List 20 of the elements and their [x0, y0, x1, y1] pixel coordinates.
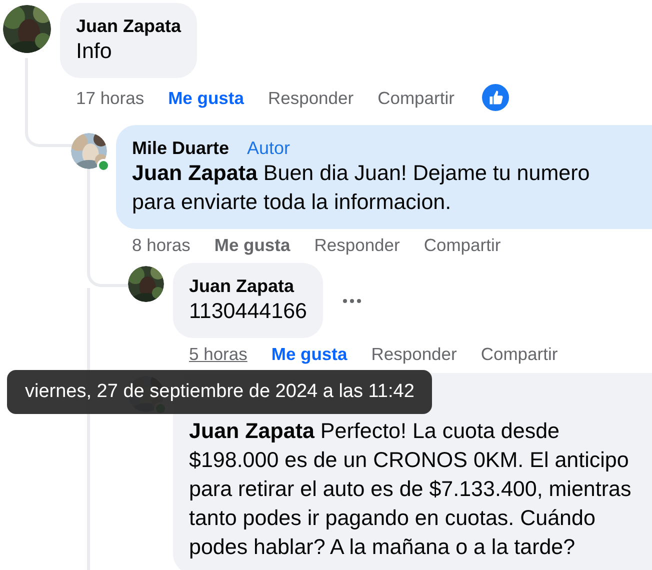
timestamp-link[interactable]: 17 horas [76, 88, 144, 108]
timestamp-link[interactable]: 8 horas [132, 235, 190, 255]
like-link[interactable]: Me gusta [214, 235, 290, 255]
comment-text: Juan Zapata Buen dia Juan! Dejame tu numero para enviarte toda la informacion. [132, 160, 591, 216]
comment-text: 1130444166 [189, 298, 307, 325]
comment-text: Juan Zapata Perfecto! La cuota desde $198.000 es de un CRONOS 0KM. El anticipo para retirar el auto es de $7.133.400, mientras tanto podes ir pagando en cuotas. Cuándo podes hablar? A la mañana o a la tarde? [189, 418, 632, 561]
author-name[interactable]: Juan Zapata [76, 15, 182, 37]
author-label: Autor [247, 137, 290, 159]
comment-text: Info [76, 38, 113, 65]
reply-link[interactable]: Responder [371, 344, 457, 364]
author-name[interactable]: Mile Duarte [132, 137, 230, 159]
share-link[interactable]: Compartir [480, 344, 558, 364]
reply-link[interactable]: Responder [268, 88, 354, 108]
author-name[interactable]: Juan Zapata [189, 275, 294, 297]
reply-link[interactable]: Responder [314, 235, 400, 255]
share-link[interactable]: Compartir [378, 88, 454, 108]
like-link[interactable]: Me gusta [168, 88, 244, 108]
timestamp-link[interactable]: 5 horas [189, 344, 248, 364]
like-link[interactable]: Me gusta [271, 344, 348, 364]
share-link[interactable]: Compartir [424, 235, 501, 255]
